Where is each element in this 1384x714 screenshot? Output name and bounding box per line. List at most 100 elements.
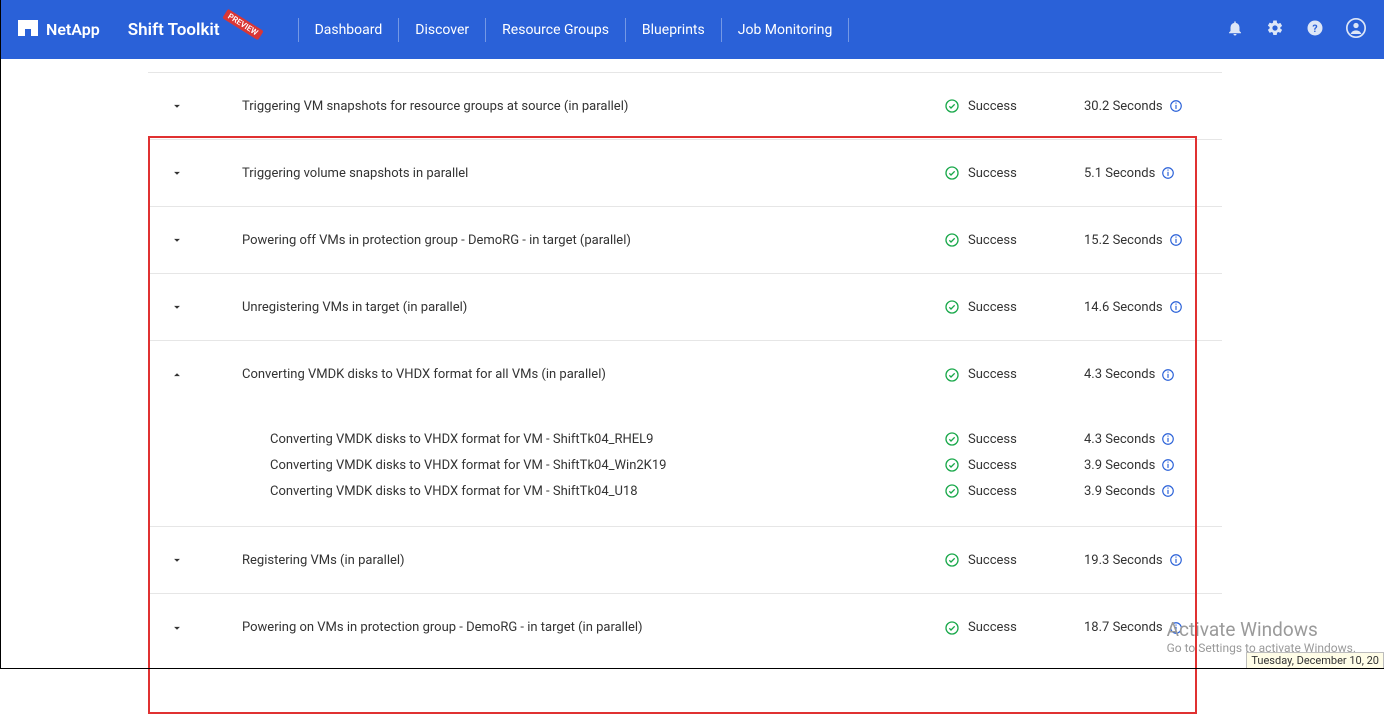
job-status: Success [944, 232, 1084, 248]
job-row[interactable]: Triggering volume snapshots in parallel … [148, 140, 1222, 207]
chevron-down-icon [170, 166, 184, 180]
job-duration: 19.3 Seconds [1084, 553, 1204, 568]
duration-text: 5.1 Seconds [1084, 166, 1155, 181]
content-area: Triggering VM snapshots for resource gro… [0, 59, 1384, 661]
gear-icon[interactable] [1266, 19, 1284, 41]
status-text: Success [968, 484, 1017, 499]
job-row[interactable]: Converting VMDK disks to VHDX format for… [148, 341, 1222, 408]
info-icon[interactable] [1161, 432, 1175, 446]
success-icon [944, 232, 960, 248]
user-icon[interactable] [1346, 18, 1366, 42]
job-status: Success [944, 98, 1084, 114]
main-nav: Dashboard Discover Resource Groups Bluep… [298, 0, 850, 59]
duration-text: 15.2 Seconds [1084, 233, 1163, 248]
status-text: Success [968, 233, 1017, 248]
job-subtask-row: Converting VMDK disks to VHDX format for… [148, 426, 1222, 452]
job-status: Success [944, 299, 1084, 315]
product-label: Shift Toolkit [128, 20, 220, 40]
status-text: Success [968, 432, 1017, 447]
job-status: Success [944, 620, 1084, 636]
brand-text: NetApp [46, 20, 100, 39]
status-text: Success [968, 99, 1017, 114]
info-icon[interactable] [1169, 233, 1183, 247]
chevron-down-icon [170, 621, 184, 635]
job-label: Unregistering VMs in target (in parallel… [190, 300, 944, 315]
info-icon[interactable] [1169, 99, 1183, 113]
expand-toggle[interactable] [164, 553, 190, 567]
job-duration: 4.3 Seconds [1084, 367, 1204, 382]
job-status: Success [944, 165, 1084, 181]
info-icon[interactable] [1161, 368, 1175, 382]
job-row[interactable]: Powering off VMs in protection group - D… [148, 207, 1222, 274]
job-label: Registering VMs (in parallel) [190, 553, 944, 568]
preview-badge: PREVIEW [222, 8, 263, 39]
product-name: Shift Toolkit PREVIEW [128, 20, 266, 40]
nav-dashboard[interactable]: Dashboard [299, 14, 399, 46]
brand: NetApp [18, 20, 100, 40]
info-icon[interactable] [1169, 621, 1183, 635]
status-text: Success [968, 620, 1017, 635]
success-icon [944, 367, 960, 383]
nav-job-monitoring[interactable]: Job Monitoring [722, 14, 849, 46]
job-duration: 3.9 Seconds [1084, 458, 1204, 473]
header-actions: ? [1226, 18, 1366, 42]
duration-text: 4.3 Seconds [1084, 367, 1155, 382]
success-icon [944, 165, 960, 181]
collapse-toggle[interactable] [164, 368, 190, 382]
info-icon[interactable] [1161, 166, 1175, 180]
expand-toggle[interactable] [164, 99, 190, 113]
job-duration: 5.1 Seconds [1084, 166, 1204, 181]
info-icon[interactable] [1161, 484, 1175, 498]
job-label: Powering off VMs in protection group - D… [190, 233, 944, 248]
chevron-up-icon [170, 368, 184, 382]
success-icon [944, 620, 960, 636]
status-text: Success [968, 166, 1017, 181]
job-label: Converting VMDK disks to VHDX format for… [190, 367, 944, 382]
job-label: Triggering VM snapshots for resource gro… [190, 99, 944, 114]
success-icon [944, 299, 960, 315]
info-icon[interactable] [1169, 300, 1183, 314]
job-row[interactable]: Triggering VM snapshots for resource gro… [148, 73, 1222, 140]
success-icon [944, 98, 960, 114]
status-text: Success [968, 458, 1017, 473]
duration-text: 18.7 Seconds [1084, 620, 1163, 635]
nav-blueprints[interactable]: Blueprints [626, 14, 721, 46]
status-text: Success [968, 300, 1017, 315]
taskbar-clock-tooltip: Tuesday, December 10, 20 [1246, 652, 1384, 669]
job-row[interactable]: Registering VMs (in parallel) Success 19… [148, 527, 1222, 594]
duration-text: 14.6 Seconds [1084, 300, 1163, 315]
duration-text: 3.9 Seconds [1084, 484, 1155, 499]
info-icon[interactable] [1161, 458, 1175, 472]
duration-text: 3.9 Seconds [1084, 458, 1155, 473]
chevron-down-icon [170, 99, 184, 113]
duration-text: 19.3 Seconds [1084, 553, 1163, 568]
job-status: Success [944, 457, 1084, 473]
success-icon [944, 483, 960, 499]
job-status: Success [944, 367, 1084, 383]
nav-separator [848, 18, 849, 42]
bell-icon[interactable] [1226, 19, 1244, 41]
chevron-down-icon [170, 553, 184, 567]
subtask-label: Converting VMDK disks to VHDX format for… [164, 484, 944, 499]
job-label: Triggering volume snapshots in parallel [190, 166, 944, 181]
expand-toggle[interactable] [164, 233, 190, 247]
duration-text: 30.2 Seconds [1084, 99, 1163, 114]
job-subtask-row: Converting VMDK disks to VHDX format for… [148, 478, 1222, 504]
app-header: NetApp Shift Toolkit PREVIEW Dashboard D… [0, 0, 1384, 59]
status-text: Success [968, 367, 1017, 382]
nav-discover[interactable]: Discover [399, 14, 485, 46]
success-icon [944, 457, 960, 473]
nav-resource-groups[interactable]: Resource Groups [486, 14, 625, 46]
duration-text: 4.3 Seconds [1084, 432, 1155, 447]
info-icon[interactable] [1169, 553, 1183, 567]
expand-toggle[interactable] [164, 621, 190, 635]
success-icon [944, 552, 960, 568]
expand-toggle[interactable] [164, 166, 190, 180]
expand-toggle[interactable] [164, 300, 190, 314]
help-icon[interactable]: ? [1306, 19, 1324, 41]
job-row[interactable]: Unregistering VMs in target (in parallel… [148, 274, 1222, 341]
subtask-label: Converting VMDK disks to VHDX format for… [164, 432, 944, 447]
status-text: Success [968, 553, 1017, 568]
subtask-label: Converting VMDK disks to VHDX format for… [164, 458, 944, 473]
job-row[interactable]: Powering on VMs in protection group - De… [148, 594, 1222, 661]
